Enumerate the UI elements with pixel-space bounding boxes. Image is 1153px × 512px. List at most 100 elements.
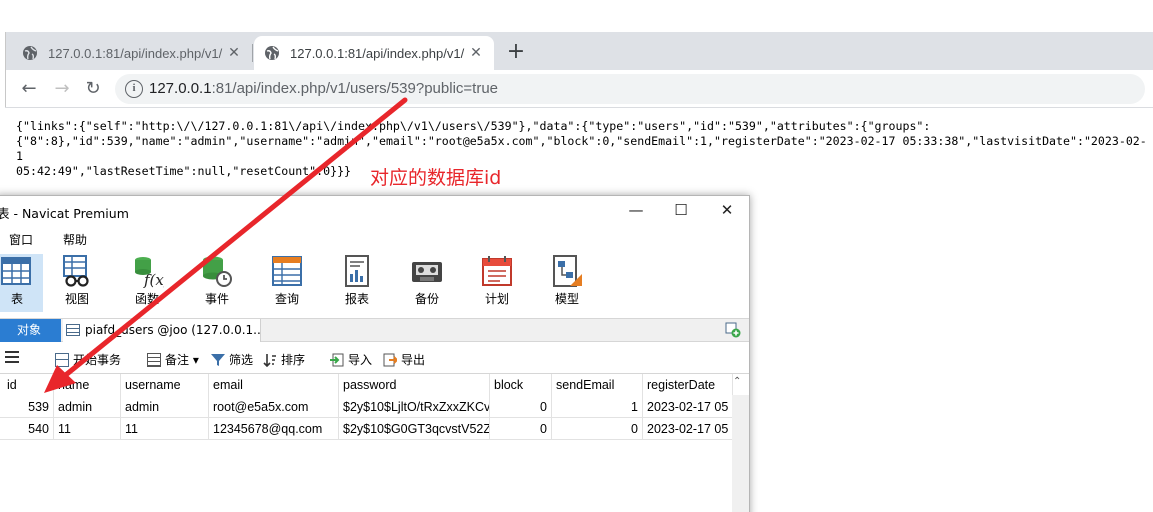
ribbon-label: 计划 — [484, 292, 509, 306]
data-grid: id name username email password block se… — [0, 373, 749, 440]
column-header[interactable]: name — [54, 374, 121, 396]
cell-email[interactable]: 12345678@qq.com — [209, 418, 339, 440]
ribbon-view[interactable]: 视图 — [47, 254, 107, 312]
column-header[interactable]: id — [0, 374, 54, 396]
table-icon — [66, 324, 80, 336]
import-label: 导入 — [348, 353, 373, 367]
browser-tab-2[interactable]: 127.0.0.1:81/api/index.php/v1/ ✕ — [254, 36, 494, 70]
reload-button[interactable]: ↻ — [82, 78, 104, 100]
table-row[interactable]: 540 11 11 12345678@qq.com $2y$10$G0GT3qc… — [0, 418, 749, 440]
ribbon-query[interactable]: 查询 — [257, 254, 317, 312]
forward-button[interactable]: → — [51, 78, 73, 100]
navicat-titlebar: 表 - Navicat Premium — ☐ ✕ — [0, 196, 749, 224]
cell-sendemail[interactable]: 0 — [552, 418, 643, 440]
sort-label: 排序 — [281, 353, 306, 367]
ribbon-schedule[interactable]: 计划 — [467, 254, 527, 312]
import-button[interactable]: 导入 — [330, 351, 372, 368]
cell-block[interactable]: 0 — [490, 418, 552, 440]
json-response: {"links":{"self":"http:\/\/127.0.0.1:81\… — [16, 119, 1147, 178]
memo-icon — [147, 352, 161, 367]
column-header[interactable]: email — [209, 374, 339, 396]
vertical-scrollbar[interactable] — [732, 395, 749, 512]
ribbon-label: 函数 — [134, 292, 159, 306]
column-header[interactable]: block — [490, 374, 552, 396]
cell-name[interactable]: 11 — [54, 418, 121, 440]
tab-title: 127.0.0.1:81/api/index.php/v1/ — [48, 45, 223, 61]
ribbon-toolbar: 表 视图 f(x) 函数 事件 查询 — [0, 252, 749, 314]
window-title: 表 - Navicat Premium — [0, 206, 129, 221]
column-header[interactable]: password — [339, 374, 490, 396]
annotation-label: 对应的数据库id — [370, 167, 502, 189]
cell-email[interactable]: root@e5a5x.com — [209, 396, 339, 418]
event-icon — [200, 254, 234, 288]
globe-icon — [265, 46, 279, 60]
table-row[interactable]: 539 admin admin root@e5a5x.com $2y$10$Lj… — [0, 396, 749, 418]
maximize-button[interactable]: ☐ — [671, 200, 691, 220]
ribbon-label: 报表 — [344, 292, 369, 306]
cell-password[interactable]: $2y$10$LjltO/tRxZxxZKCvS — [339, 396, 490, 418]
toolbar-divider — [5, 107, 1153, 108]
column-header[interactable]: registerDate — [643, 374, 733, 396]
cell-registerdate[interactable]: 2023-02-17 05 — [643, 396, 733, 418]
close-icon[interactable]: ✕ — [468, 45, 484, 61]
ribbon-label: 表 — [10, 292, 23, 306]
cell-id[interactable]: 540 — [0, 418, 54, 440]
column-header[interactable]: sendEmail — [552, 374, 643, 396]
cell-registerdate[interactable]: 2023-02-17 05 — [643, 418, 733, 440]
query-icon — [270, 254, 304, 288]
ribbon-event[interactable]: 事件 — [187, 254, 247, 312]
column-header[interactable]: username — [121, 374, 209, 396]
memo-label: 备注 — [165, 353, 190, 367]
add-tab-icon[interactable] — [725, 322, 741, 338]
menu-help[interactable]: 帮助 — [63, 231, 87, 248]
new-tab-button[interactable]: + — [505, 40, 527, 64]
backup-icon — [410, 254, 444, 288]
begin-transaction-button[interactable]: 开始事务 — [55, 351, 121, 368]
minimize-button[interactable]: — — [626, 200, 646, 220]
close-icon[interactable]: ✕ — [226, 45, 242, 61]
begin-transaction-label: 开始事务 — [73, 353, 122, 367]
export-button[interactable]: 导出 — [383, 351, 425, 368]
browser-tab-1[interactable]: 127.0.0.1:81/api/index.php/v1/ ✕ — [12, 36, 252, 70]
ribbon-model[interactable]: 模型 — [537, 254, 597, 312]
ribbon-report[interactable]: 报表 — [327, 254, 387, 312]
sort-button[interactable]: 排序 — [263, 351, 305, 368]
ribbon-label: 事件 — [204, 292, 229, 306]
ribbon-backup[interactable]: 备份 — [397, 254, 457, 312]
cell-id[interactable]: 539 — [0, 396, 54, 418]
browser-toolbar: ← → ↻ i 127.0.0.1:81/api/index.php/v1/us… — [5, 70, 1153, 108]
menu-window[interactable]: 窗口 — [9, 231, 33, 248]
close-window-button[interactable]: ✕ — [717, 200, 737, 220]
url-text[interactable]: 127.0.0.1:81/api/index.php/v1/users/539?… — [149, 80, 498, 97]
cell-block[interactable]: 0 — [490, 396, 552, 418]
report-icon — [340, 254, 374, 288]
info-icon[interactable]: i — [125, 80, 143, 98]
back-button[interactable]: ← — [18, 78, 40, 100]
tab-table-users[interactable]: piafd_users @joo (127.0.0.1... — [63, 319, 261, 342]
scroll-up-icon[interactable]: ⌃ — [733, 376, 741, 387]
schedule-icon — [480, 254, 514, 288]
ribbon-function[interactable]: f(x) 函数 — [117, 254, 177, 312]
svg-text:f(x): f(x) — [143, 271, 164, 288]
cell-password[interactable]: $2y$10$G0GT3qcvstV52Zl — [339, 418, 490, 440]
view-icon — [60, 254, 94, 288]
navicat-tab-bar: 对象 piafd_users @joo (127.0.0.1... — [0, 318, 749, 342]
ribbon-label: 备份 — [414, 292, 439, 306]
ribbon-table[interactable]: 表 — [0, 254, 43, 312]
menu-icon[interactable] — [5, 351, 19, 363]
navicat-window: 表 - Navicat Premium — ☐ ✕ 窗口 帮助 表 视图 f(x… — [0, 195, 750, 512]
memo-button[interactable]: 备注 ▾ — [147, 351, 199, 368]
export-icon — [383, 353, 397, 366]
filter-button[interactable]: 筛选 — [211, 351, 253, 368]
cell-username[interactable]: admin — [121, 396, 209, 418]
url-host: 127.0.0.1 — [149, 80, 212, 97]
tab-objects[interactable]: 对象 — [0, 319, 61, 342]
ribbon-label: 模型 — [554, 292, 579, 306]
transaction-icon — [55, 352, 69, 367]
address-bar[interactable]: i 127.0.0.1:81/api/index.php/v1/users/53… — [115, 74, 1145, 104]
url-path: :81/api/index.php/v1/users/539?public=tr… — [211, 80, 499, 97]
tab-strip: 127.0.0.1:81/api/index.php/v1/ ✕ 127.0.0… — [0, 0, 1153, 70]
cell-sendemail[interactable]: 1 — [552, 396, 643, 418]
cell-username[interactable]: 11 — [121, 418, 209, 440]
cell-name[interactable]: admin — [54, 396, 121, 418]
